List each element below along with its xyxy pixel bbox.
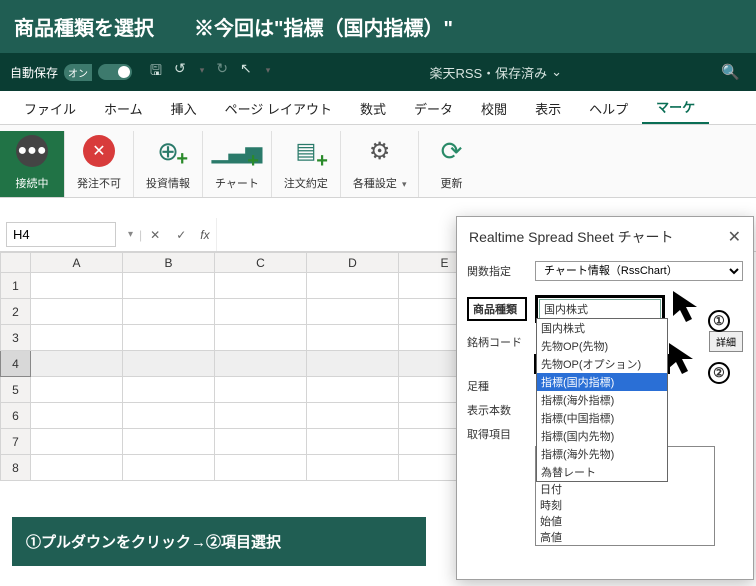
dropdown-option[interactable]: 指標(海外指標) xyxy=(537,391,667,409)
ribbon-refresh[interactable]: ⟳ 更新 xyxy=(419,131,483,197)
clipboard-icon: ▤ xyxy=(295,138,316,164)
list-item[interactable]: 高値 xyxy=(538,529,712,545)
tab-formulas[interactable]: 数式 xyxy=(346,91,400,124)
dropdown-option[interactable]: 指標(国内指標) xyxy=(537,373,667,391)
detail-button[interactable]: 詳細 xyxy=(709,331,743,352)
ribbon-tabs: ファイル ホーム 挿入 ページ レイアウト 数式 データ 校閲 表示 ヘルプ マ… xyxy=(0,91,756,125)
dropdown-option[interactable]: 先物OP(先物) xyxy=(537,337,667,355)
ribbon-chart[interactable]: ▁▃▅+ チャート xyxy=(203,131,272,197)
namebox-dropdown-icon[interactable]: ▾ xyxy=(122,229,139,240)
dropdown-option[interactable]: 国内株式 xyxy=(537,319,667,337)
code-label: 銘柄コード xyxy=(467,334,527,350)
dropdown-option[interactable]: 指標(国内先物) xyxy=(537,427,667,445)
row-header[interactable]: 4 xyxy=(1,351,31,377)
gear-icon: ⚙ xyxy=(369,137,391,166)
select-all-corner[interactable] xyxy=(1,253,31,273)
annotation-number-1: ① xyxy=(708,310,730,332)
product-type-options: 国内株式 先物OP(先物) 先物OP(オプション) 指標(国内指標) 指標(海外… xyxy=(536,318,668,482)
product-type-label: 商品種類 xyxy=(467,297,527,321)
undo-dropdown-icon[interactable] xyxy=(198,60,205,84)
col-header[interactable]: A xyxy=(31,253,123,273)
product-type-dropdown[interactable]: 国内株式 国内株式 先物OP(先物) 先物OP(オプション) 指標(国内指標) … xyxy=(535,295,665,323)
row-header[interactable]: 1 xyxy=(1,273,31,299)
tab-insert[interactable]: 挿入 xyxy=(157,91,211,124)
ribbon-invest-info[interactable]: ⊕+ 投資情報 xyxy=(134,131,203,197)
qat-more-icon[interactable] xyxy=(264,60,271,84)
toggle-switch-icon xyxy=(98,64,132,80)
row-header[interactable]: 5 xyxy=(1,377,31,403)
search-icon[interactable]: 🔍 xyxy=(721,63,740,81)
title-bar: 自動保存 オン 🖫 ↺ ↻ ↖ 楽天RSS・保存済み ⌄ 🔍 xyxy=(0,53,756,91)
row-header[interactable]: 7 xyxy=(1,429,31,455)
count-label: 表示本数 xyxy=(467,402,527,418)
list-item[interactable]: 安値 xyxy=(538,545,712,546)
footer-instruction: ①プルダウンをクリック→②項目選択 xyxy=(12,517,426,566)
redo-icon[interactable]: ↻ xyxy=(216,60,228,84)
chevron-down-icon xyxy=(400,178,407,190)
row-header[interactable]: 8 xyxy=(1,455,31,481)
list-item[interactable]: 日付 xyxy=(538,481,712,497)
ribbon-settings[interactable]: ⚙ 各種設定 xyxy=(341,131,420,197)
ribbon: ●●● 接続中 ✕ 発注不可 ⊕+ 投資情報 ▁▃▅+ チャート ▤+ 注文約定… xyxy=(0,125,756,198)
instruction-banner: 商品種類を選択 ※今回は"指標（国内指標）" xyxy=(0,0,756,53)
plus-badge-icon: + xyxy=(176,148,188,171)
name-box[interactable] xyxy=(6,222,116,247)
col-header[interactable]: C xyxy=(215,253,307,273)
fx-label[interactable]: fx xyxy=(194,228,215,242)
ribbon-connection[interactable]: ●●● 接続中 xyxy=(0,131,65,197)
close-icon[interactable]: ✕ xyxy=(728,227,741,247)
tab-view[interactable]: 表示 xyxy=(521,91,575,124)
undo-icon[interactable]: ↺ xyxy=(174,60,186,84)
error-icon: ✕ xyxy=(83,135,115,167)
autosave-state: オン xyxy=(64,64,92,81)
dropdown-option[interactable]: 為替レート xyxy=(537,463,667,481)
leg-label: 足種 xyxy=(467,378,527,394)
annotation-number-2: ② xyxy=(708,362,730,384)
items-label: 取得項目 xyxy=(467,426,527,442)
col-header[interactable]: B xyxy=(123,253,215,273)
fn-label: 関数指定 xyxy=(467,263,527,279)
plus-badge-icon: + xyxy=(247,150,259,173)
autosave-label: 自動保存 xyxy=(10,64,58,81)
fn-select[interactable]: チャート情報（RssChart） xyxy=(535,261,743,281)
ribbon-order-exec[interactable]: ▤+ 注文約定 xyxy=(272,131,341,197)
plus-badge-icon: + xyxy=(316,150,328,173)
connection-icon: ●●● xyxy=(16,135,48,167)
ribbon-order-disabled[interactable]: ✕ 発注不可 xyxy=(65,131,134,197)
banner-left: 商品種類を選択 xyxy=(14,12,154,41)
dropdown-option[interactable]: 指標(中国指標) xyxy=(537,409,667,427)
list-item[interactable]: 始値 xyxy=(538,513,712,529)
autosave-toggle[interactable]: 自動保存 オン xyxy=(10,64,132,81)
tab-file[interactable]: ファイル xyxy=(10,91,90,124)
pane-title: Realtime Spread Sheet チャート xyxy=(469,227,674,247)
row-header[interactable]: 6 xyxy=(1,403,31,429)
tab-market[interactable]: マーケ xyxy=(642,89,709,124)
chart-task-pane: Realtime Spread Sheet チャート ✕ 関数指定 チャート情報… xyxy=(456,216,754,580)
tab-home[interactable]: ホーム xyxy=(90,91,157,124)
quick-access-toolbar: 🖫 ↺ ↻ ↖ xyxy=(150,60,270,84)
accept-formula-icon[interactable]: ✓ xyxy=(168,228,194,242)
refresh-icon: ⟳ xyxy=(441,136,463,167)
tab-layout[interactable]: ページ レイアウト xyxy=(211,91,346,124)
row-header[interactable]: 2 xyxy=(1,299,31,325)
pointer-icon[interactable]: ↖ xyxy=(240,60,252,84)
tab-data[interactable]: データ xyxy=(400,91,467,124)
row-header[interactable]: 3 xyxy=(1,325,31,351)
dropdown-option[interactable]: 先物OP(オプション) xyxy=(537,355,667,373)
document-title[interactable]: 楽天RSS・保存済み ⌄ xyxy=(429,63,562,82)
tab-help[interactable]: ヘルプ xyxy=(575,91,642,124)
tab-review[interactable]: 校閲 xyxy=(467,91,521,124)
dropdown-option[interactable]: 指標(海外先物) xyxy=(537,445,667,463)
col-header[interactable]: D xyxy=(307,253,399,273)
cancel-formula-icon[interactable]: ✕ xyxy=(142,228,168,242)
banner-right: ※今回は"指標（国内指標）" xyxy=(194,12,453,41)
save-icon[interactable]: 🖫 xyxy=(150,60,162,84)
list-item[interactable]: 時刻 xyxy=(538,497,712,513)
